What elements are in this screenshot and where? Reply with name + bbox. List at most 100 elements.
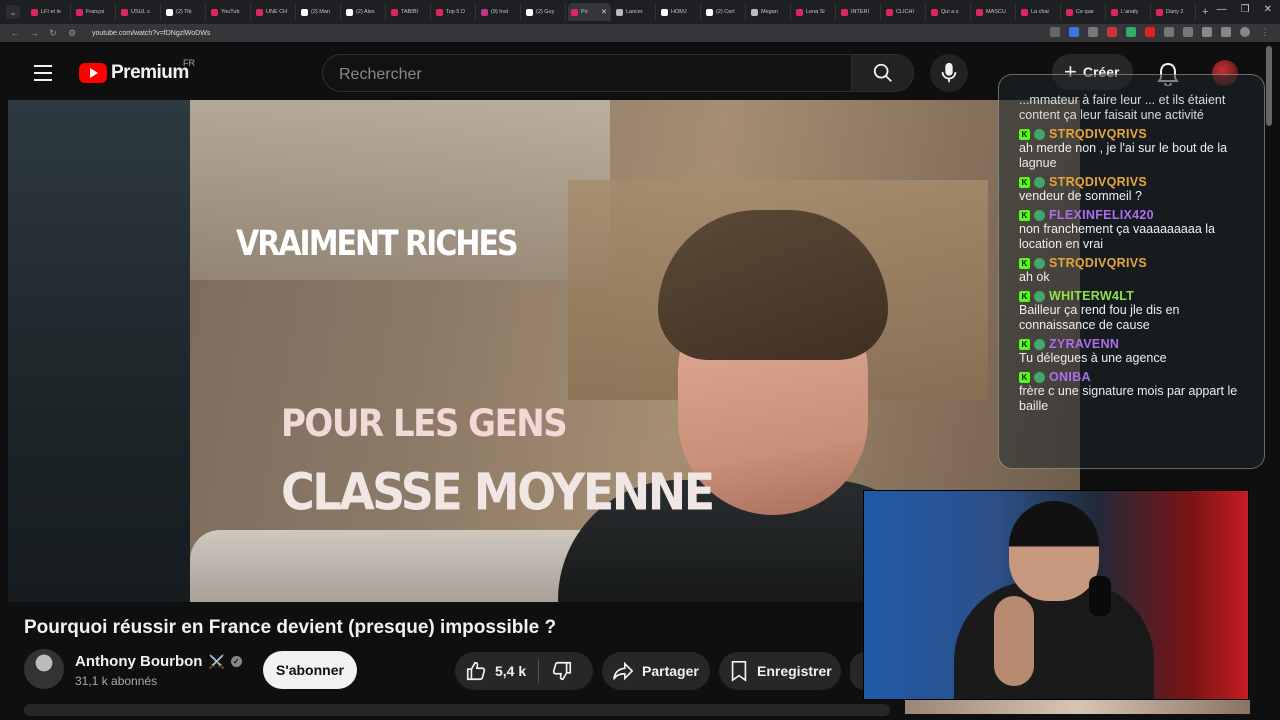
share-button[interactable]: Partager (602, 652, 710, 690)
profile-icon[interactable] (1240, 27, 1250, 37)
sidebar-icon[interactable] (1221, 27, 1231, 37)
channel-avatar[interactable] (24, 649, 64, 689)
tab-favicon-icon (1156, 8, 1163, 16)
webcam-bottom-strip (905, 700, 1250, 714)
save-button[interactable]: Enregistrer (719, 652, 841, 690)
maximize-icon[interactable]: ❐ (1241, 4, 1250, 15)
tab-label: Po (581, 9, 588, 15)
channel-name[interactable]: Anthony Bourbon (75, 653, 202, 670)
video-background (8, 100, 190, 602)
chat-message-header: K FLEXINFELIX420 (1019, 208, 1254, 222)
browser-tab[interactable]: (2) Cert (703, 3, 746, 21)
browser-tab[interactable]: YouTub (208, 3, 251, 21)
close-tab-icon[interactable]: ✕ (601, 8, 607, 16)
puzzle-icon[interactable] (1202, 27, 1212, 37)
chat-message-text: ah merde non , je l'ai sur le bout de la… (1019, 141, 1228, 170)
description-box[interactable] (24, 704, 890, 716)
tab-label: Lena Si (806, 9, 825, 15)
menu-icon[interactable] (34, 65, 52, 86)
url-field[interactable]: youtube.com/watch?v=fDNgzlWoDWs (92, 30, 210, 37)
chat-message-header: K WHITERW4LT (1019, 289, 1254, 303)
window-controls: — ❐ ✕ (1217, 4, 1272, 15)
browser-tab[interactable]: TABIBI (388, 3, 431, 21)
browser-tab[interactable]: Qui a s (928, 3, 971, 21)
browser-tab[interactable]: La chai (1018, 3, 1061, 21)
tab-favicon-icon (301, 8, 308, 16)
chat-message-text: non franchement ça vaaaaaaaaa la locatio… (1019, 222, 1215, 251)
browser-tab[interactable]: (2) Tib (163, 3, 206, 21)
tab-favicon-icon (931, 8, 938, 16)
chat-username: STRQDIVQRIVS (1049, 256, 1148, 270)
browser-tab[interactable]: Lena Si (793, 3, 836, 21)
skull-badge-icon (1034, 209, 1045, 221)
browser-tab[interactable]: L'analy (1108, 3, 1151, 21)
extension-icon[interactable] (1183, 27, 1193, 37)
browser-tab[interactable]: (2) Man (298, 3, 341, 21)
back-icon[interactable]: ← (10, 28, 20, 38)
reload-icon[interactable]: ↻ (48, 28, 58, 39)
page-scrollbar[interactable] (1266, 46, 1272, 126)
browser-tab[interactable]: (2) Guy (523, 3, 566, 21)
tab-favicon-icon (1021, 8, 1028, 16)
tab-favicon-icon (976, 8, 983, 16)
zoom-icon[interactable] (1050, 27, 1060, 37)
new-tab-icon[interactable]: + (1202, 6, 1208, 18)
extension-icon[interactable] (1126, 27, 1136, 37)
tab-favicon-icon (391, 8, 398, 16)
thumbs-down-icon (552, 661, 572, 681)
tab-favicon-icon (796, 8, 803, 16)
streamer-figure (954, 501, 1154, 699)
extension-icon[interactable] (1107, 27, 1117, 37)
site-info-icon[interactable]: ⚙ (67, 28, 77, 39)
tab-label: (2) Cert (716, 9, 735, 15)
chat-message: K STRQDIVQRIVS ah ok (1019, 256, 1254, 285)
tab-search-icon[interactable]: ⌄ (6, 5, 20, 19)
extension-icon[interactable] (1145, 27, 1155, 37)
browser-tab[interactable]: Po ✕ (568, 3, 611, 21)
youtube-logo[interactable]: Premium FR (79, 58, 195, 84)
browser-tab[interactable]: Ce que (1063, 3, 1106, 21)
browser-tab[interactable]: USUL s (118, 3, 161, 21)
browser-tab[interactable]: HOMJ (658, 3, 701, 21)
translate-icon[interactable] (1069, 27, 1079, 37)
youtube-play-icon (79, 63, 107, 83)
browser-tab[interactable]: INTERI (838, 3, 881, 21)
browser-tab[interactable]: UNE CH (253, 3, 296, 21)
search-input[interactable]: Rechercher (322, 54, 852, 92)
browser-tab[interactable]: LFI et le (28, 3, 71, 21)
chat-message-partial: ...mmateur à faire leur ... et ils étaie… (1019, 93, 1226, 122)
close-window-icon[interactable]: ✕ (1264, 4, 1272, 15)
browser-tab[interactable]: CLICHI (883, 3, 926, 21)
tab-label: YouTub (221, 9, 240, 15)
extension-icon[interactable] (1164, 27, 1174, 37)
search-button[interactable] (851, 54, 914, 92)
chat-message-text: vendeur de sommeil ? (1019, 189, 1142, 203)
browser-tab[interactable]: Françoi (73, 3, 116, 21)
browser-tab[interactable]: Dany 2 (1153, 3, 1196, 21)
tab-favicon-icon (1111, 8, 1118, 16)
browser-tab[interactable]: (9) Inst (478, 3, 521, 21)
tab-label: (2) Alex (356, 9, 375, 15)
browser-tab[interactable]: MASCU (973, 3, 1016, 21)
like-count: 5,4 k (495, 663, 527, 679)
browser-tab[interactable]: (2) Alex (343, 3, 386, 21)
like-button[interactable]: 5,4 k (455, 659, 540, 683)
save-label: Enregistrer (757, 663, 832, 679)
browser-menu-icon[interactable]: ⋮ (1260, 27, 1270, 38)
tab-favicon-icon (436, 8, 443, 16)
share-icon (613, 661, 634, 681)
voice-search-button[interactable] (930, 54, 968, 92)
channel-name-row[interactable]: Anthony Bourbon ⚔️ ✓ (75, 653, 242, 670)
tab-label: LFI et le (41, 9, 61, 15)
minimize-icon[interactable]: — (1217, 4, 1227, 15)
bookmark-star-icon[interactable] (1088, 27, 1098, 37)
tab-favicon-icon (31, 8, 38, 16)
subscribe-button[interactable]: S'abonner (263, 651, 357, 689)
forward-icon[interactable]: → (29, 28, 39, 38)
chat-message-text: Bailleur ça rend fou jle dis en connaiss… (1019, 303, 1180, 332)
browser-tab[interactable]: Top 5 D (433, 3, 476, 21)
chat-message: K STRQDIVQRIVS ah merde non , je l'ai sur … (1019, 127, 1254, 171)
dislike-button[interactable] (539, 660, 573, 682)
browser-tab[interactable]: Megan (748, 3, 791, 21)
browser-tab[interactable]: Lancer (613, 3, 656, 21)
